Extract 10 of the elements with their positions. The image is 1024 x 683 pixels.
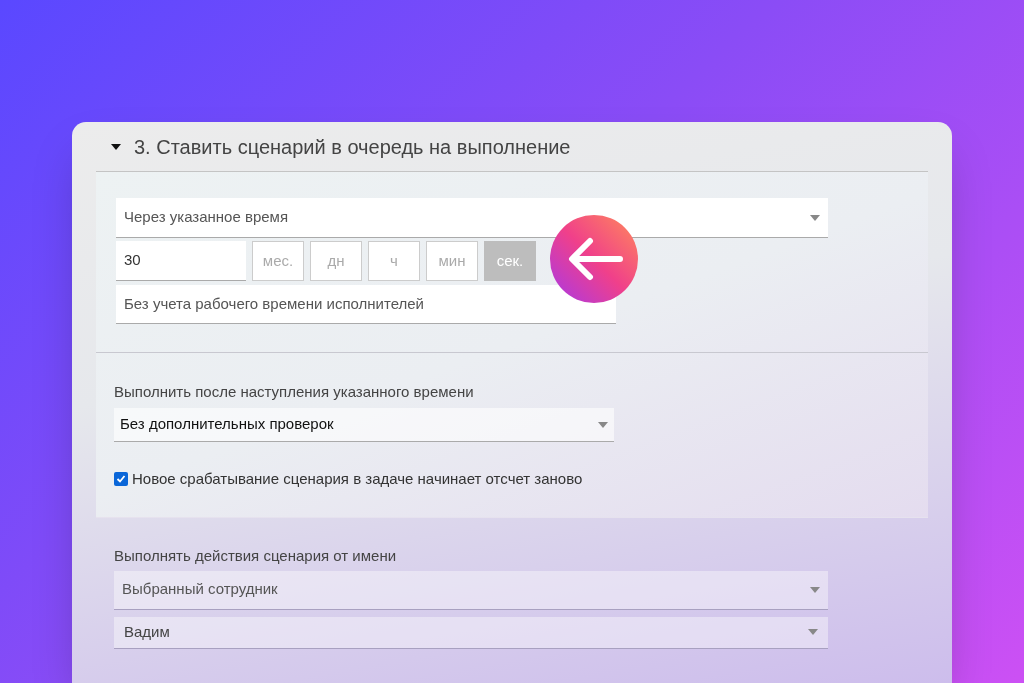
dropdown[interactable]: Без дополнительных проверок <box>114 408 614 442</box>
field-label: Выполнить после наступления указанного времени <box>114 382 475 402</box>
dropdown[interactable]: Без учета рабочего времени исполнителей <box>116 285 616 324</box>
dropdown[interactable]: Вадим <box>114 616 828 649</box>
checkbox-label: Новое срабатывание сценария в задаче начинает отсчет заново <box>132 469 583 489</box>
field-label: Выполнять действия сценария от имени <box>114 545 398 566</box>
section-title: 3. Ставить сценарий в очередь на выполнение <box>134 134 571 160</box>
dropdown[interactable]: Через указанное время <box>116 198 828 238</box>
dropdown[interactable]: Выбранный сотрудник <box>114 570 828 610</box>
input-field[interactable]: 30 <box>116 241 246 281</box>
